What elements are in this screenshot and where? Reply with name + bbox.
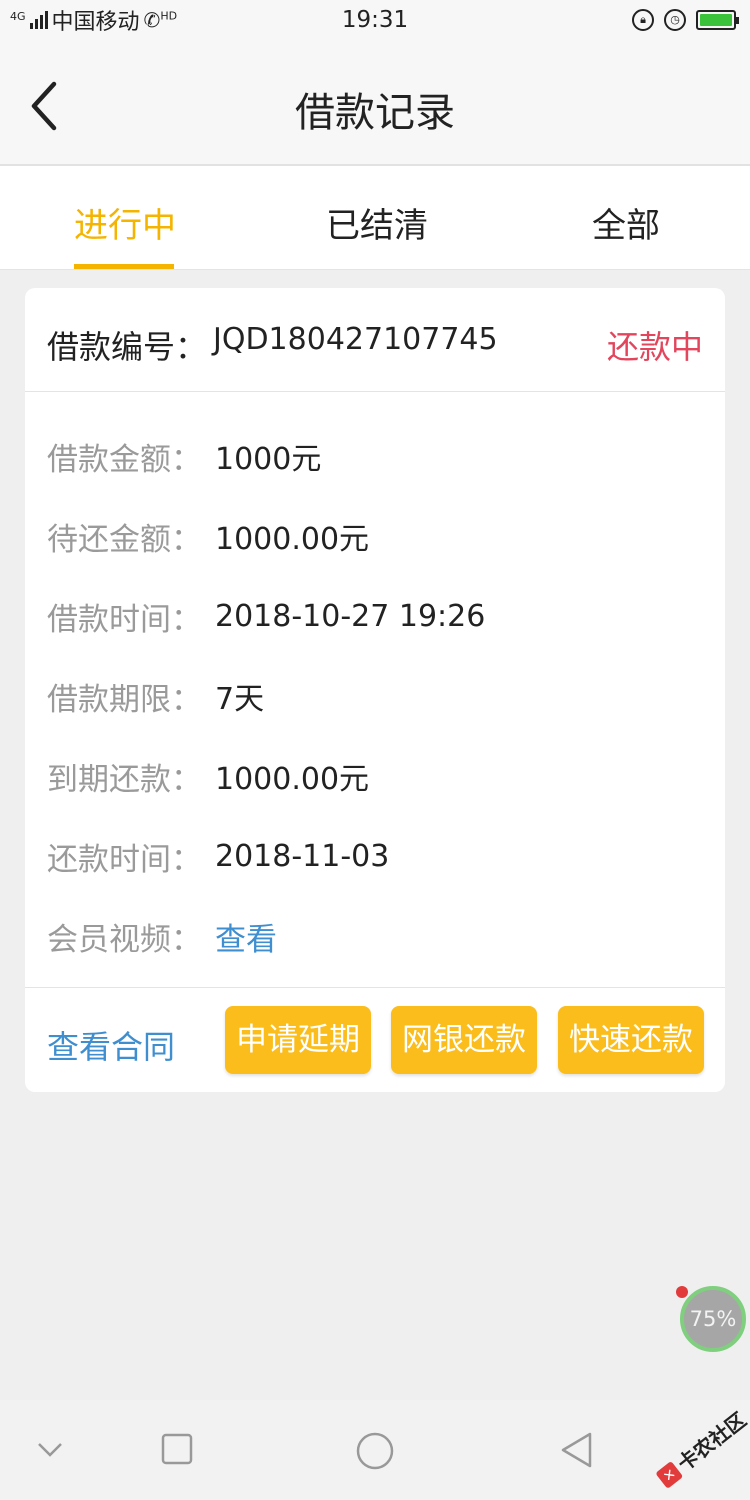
- detail-row-member-video: 会员视频： 查看: [47, 914, 277, 959]
- notification-dot: [676, 1286, 688, 1298]
- battery-fill: [700, 14, 732, 26]
- nav-home-icon[interactable]: [354, 1430, 396, 1472]
- view-video-link[interactable]: 查看: [215, 914, 277, 959]
- nav-back-icon[interactable]: [558, 1430, 598, 1470]
- clock: 19:31: [341, 7, 409, 33]
- tab-all[interactable]: 全部: [592, 198, 660, 247]
- nav-collapse-icon[interactable]: [36, 1440, 64, 1460]
- detail-label: 借款时间：: [47, 601, 202, 638]
- system-nav-bar: [0, 1400, 750, 1500]
- detail-label: 借款期限：: [47, 681, 202, 718]
- app-header: 借款记录: [0, 40, 750, 166]
- detail-label: 借款金额：: [47, 441, 202, 478]
- loan-card: 借款编号： JQD180427107745 还款中 借款金额： 1000元 待还…: [25, 288, 725, 1092]
- detail-row-outstanding-amount: 待还金额： 1000.00元: [47, 516, 370, 558]
- detail-value: 7天: [215, 682, 265, 717]
- page-title: 借款记录: [295, 90, 455, 136]
- online-banking-repay-button[interactable]: 网银还款: [391, 1006, 537, 1074]
- detail-value: 2018-11-03: [215, 838, 390, 874]
- loan-number-label: 借款编号：: [47, 328, 208, 366]
- watermark-logo: ✕ 卡农社区: [656, 1410, 748, 1488]
- detail-label: 待还金额：: [47, 521, 202, 558]
- detail-value: 1000.00元: [215, 762, 370, 797]
- nav-recents-icon[interactable]: [160, 1432, 194, 1466]
- quick-repay-button[interactable]: 快速还款: [558, 1006, 704, 1074]
- watermark-text: 卡农社区: [673, 1410, 748, 1476]
- tab-settled[interactable]: 已结清: [326, 198, 428, 247]
- loan-actions: 查看合同 申请延期 网银还款 快速还款: [25, 988, 725, 1090]
- detail-row-loan-amount: 借款金额： 1000元: [47, 436, 322, 478]
- detail-label: 到期还款：: [47, 761, 202, 798]
- battery-icon: [696, 10, 739, 30]
- status-bar: 4G 中国移动 ✆HD 19:31 🔒︎ ◷: [0, 0, 750, 40]
- tab-indicator: [74, 264, 174, 269]
- loan-details: 借款金额： 1000元 待还金额： 1000.00元 借款时间： 2018-10…: [25, 392, 725, 988]
- detail-row-loan-term: 借款期限： 7天: [47, 676, 265, 718]
- detail-label: 会员视频：: [47, 921, 202, 958]
- detail-row-loan-time: 借款时间： 2018-10-27 19:26: [47, 596, 486, 638]
- detail-value: 1000.00元: [215, 522, 370, 557]
- loan-status-badge: 还款中: [606, 328, 703, 366]
- loan-number-value: JQD180427107745: [213, 322, 498, 357]
- detail-value: 1000元: [215, 442, 322, 477]
- tab-bar: 进行中 已结清 全部: [0, 166, 750, 270]
- detail-row-due-repayment: 到期还款： 1000.00元: [47, 756, 370, 798]
- view-contract-link[interactable]: 查看合同: [47, 1022, 175, 1068]
- apply-extension-button[interactable]: 申请延期: [225, 1006, 371, 1074]
- loan-card-header: 借款编号： JQD180427107745 还款中: [25, 288, 725, 392]
- detail-row-repayment-time: 还款时间： 2018-11-03: [47, 836, 390, 878]
- detail-value: 2018-10-27 19:26: [215, 598, 486, 634]
- detail-label: 还款时间：: [47, 841, 202, 878]
- tab-in-progress[interactable]: 进行中: [74, 198, 176, 247]
- floating-memory-badge[interactable]: 75%: [680, 1286, 746, 1352]
